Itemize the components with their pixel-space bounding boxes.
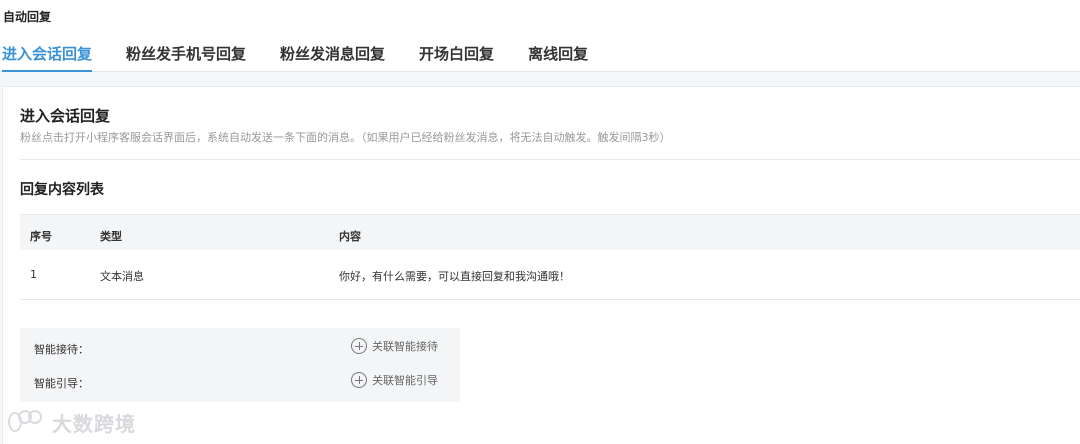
tab-offline-reply[interactable]: 离线回复 bbox=[528, 42, 588, 72]
row-index: 1 bbox=[30, 268, 37, 281]
smart-reception-label: 智能接待： bbox=[34, 343, 89, 356]
reply-list-title: 回复内容列表 bbox=[20, 182, 104, 198]
link-smart-reception-button[interactable]: 关联智能接待 bbox=[351, 338, 438, 354]
link-smart-guide-label: 关联智能引导 bbox=[372, 374, 438, 387]
column-header-index: 序号 bbox=[30, 230, 52, 243]
section-description: 粉丝点击打开小程序客服会话界面后，系统自动发送一条下面的消息。（如果用户已经给粉… bbox=[20, 131, 671, 144]
tab-phone-number-reply[interactable]: 粉丝发手机号回复 bbox=[126, 42, 246, 72]
watermark-text: 大数跨境 bbox=[52, 412, 136, 436]
table-row: 1 文本消息 你好，有什么需要，可以直接回复和我沟通哦！ bbox=[20, 250, 1080, 300]
smart-reception-row: 智能接待： 关联智能接待 bbox=[20, 338, 460, 358]
column-header-type: 类型 bbox=[100, 230, 122, 243]
reply-table: 序号 类型 内容 1 文本消息 你好，有什么需要，可以直接回复和我沟通哦！ bbox=[20, 214, 1080, 300]
watermark: 大数跨境 bbox=[8, 408, 136, 437]
divider bbox=[20, 159, 1080, 160]
link-smart-reception-label: 关联智能接待 bbox=[372, 340, 438, 353]
smart-settings-box: 智能接待： 关联智能接待 智能引导： 关联智能引导 bbox=[20, 328, 460, 402]
tab-message-reply[interactable]: 粉丝发消息回复 bbox=[280, 42, 385, 72]
smart-guide-row: 智能引导： 关联智能引导 bbox=[20, 372, 460, 392]
row-type: 文本消息 bbox=[100, 270, 144, 283]
plus-circle-icon bbox=[351, 338, 367, 354]
smart-guide-label: 智能引导： bbox=[34, 377, 89, 390]
section-title: 进入会话回复 bbox=[20, 107, 111, 125]
row-content: 你好，有什么需要，可以直接回复和我沟通哦！ bbox=[339, 270, 570, 283]
table-header: 序号 类型 内容 bbox=[20, 214, 1080, 250]
watermark-logo-icon bbox=[8, 409, 48, 436]
column-header-content: 内容 bbox=[339, 230, 361, 243]
tab-bar: 进入会话回复 粉丝发手机号回复 粉丝发消息回复 开场白回复 离线回复 bbox=[0, 42, 588, 72]
tab-enter-session-reply[interactable]: 进入会话回复 bbox=[2, 42, 93, 72]
page-title: 自动回复 bbox=[3, 10, 52, 24]
link-smart-guide-button[interactable]: 关联智能引导 bbox=[351, 372, 438, 388]
tab-opening-reply[interactable]: 开场白回复 bbox=[419, 42, 494, 72]
header: 自动回复 进入会话回复 粉丝发手机号回复 粉丝发消息回复 开场白回复 离线回复 bbox=[0, 0, 1080, 72]
content-card: 进入会话回复 粉丝点击打开小程序客服会话界面后，系统自动发送一条下面的消息。（如… bbox=[2, 86, 1080, 444]
plus-circle-icon bbox=[351, 372, 367, 388]
